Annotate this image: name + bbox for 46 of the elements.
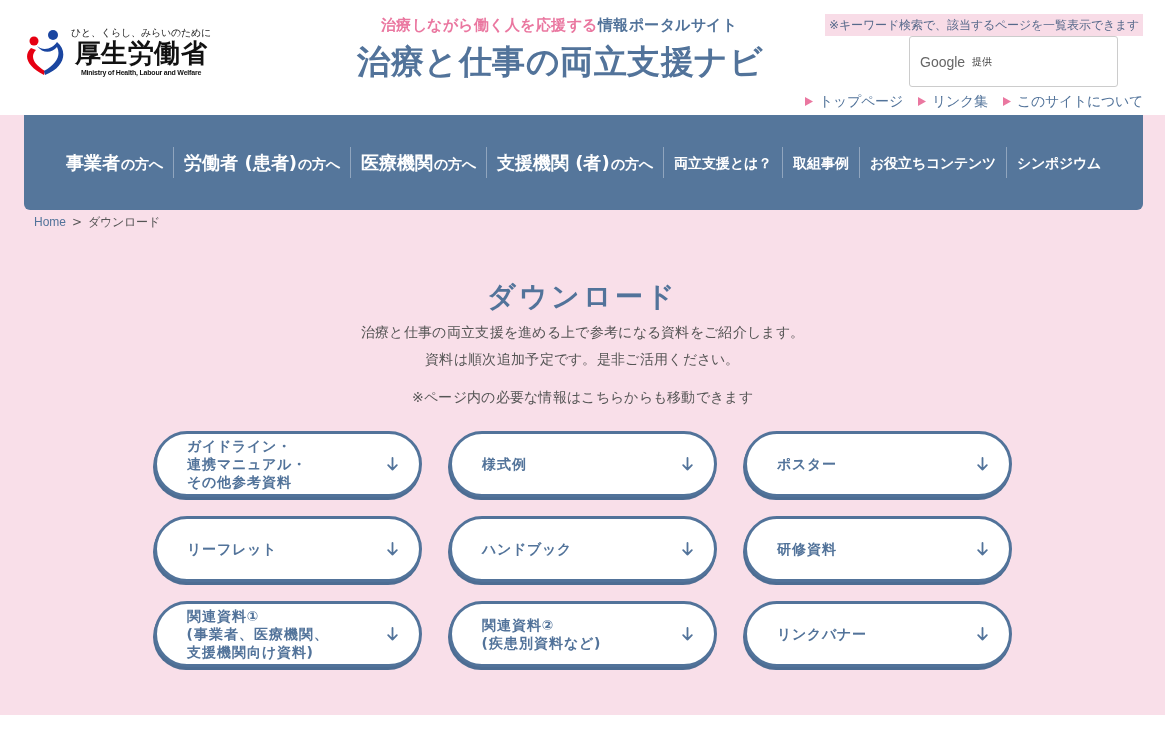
download-button[interactable]: ポスター xyxy=(743,431,1012,497)
download-button[interactable]: 様式例 xyxy=(448,431,717,497)
download-button[interactable]: リンクバナー xyxy=(743,601,1012,667)
nav-link[interactable]: 支援機関 (者)の方へ xyxy=(486,147,663,178)
site-tagline: 治療しながら働く人を応援する情報ポータルサイト xyxy=(379,15,739,35)
nav-link[interactable]: 労働者 (患者)の方へ xyxy=(173,147,350,178)
organization-name: 厚生労働省 xyxy=(74,38,208,68)
down-arrow-icon xyxy=(976,457,988,471)
triangle-icon xyxy=(918,97,926,106)
down-arrow-icon xyxy=(976,627,988,641)
download-button[interactable]: 関連資料② (疾患別資料など) xyxy=(448,601,717,667)
down-arrow-icon xyxy=(681,627,693,641)
search-note: ※キーワード検索で、該当するページを一覧表示できます xyxy=(824,14,1143,36)
download-button[interactable]: ガイドライン・ 連携マニュアル・ その他参考資料 xyxy=(153,431,422,497)
download-button[interactable]: 関連資料① (事業者、医療機関、 支援機関向け資料) xyxy=(153,601,422,667)
down-arrow-icon xyxy=(386,627,398,641)
down-arrow-icon xyxy=(386,542,398,556)
header-link[interactable]: リンク集 xyxy=(918,93,988,110)
download-button[interactable]: ハンドブック xyxy=(448,516,717,582)
header-link[interactable]: このサイトについて xyxy=(1003,93,1143,110)
nav-link[interactable]: 取組事例 xyxy=(781,147,859,178)
breadcrumb-separator: > xyxy=(72,214,83,230)
triangle-icon xyxy=(805,97,813,106)
nav-link[interactable]: 医療機関の方へ xyxy=(350,147,486,178)
triangle-icon xyxy=(1003,97,1011,106)
nav-link[interactable]: シンポジウム xyxy=(1005,147,1111,178)
nav-link[interactable]: 事業者の方へ xyxy=(56,147,174,178)
breadcrumb-link[interactable]: Home xyxy=(34,214,66,230)
page-note: ※ページ内の必要な情報はこちらからも移動できます xyxy=(411,388,754,407)
nav-link[interactable]: お役立ちコンテンツ xyxy=(858,147,1006,178)
intro-text: 治療と仕事の両立支援を進める上で参考になる資料をご紹介します。 xyxy=(359,323,806,342)
download-button[interactable]: 研修資料 xyxy=(743,516,1012,582)
down-arrow-icon xyxy=(976,542,988,556)
download-button[interactable]: リーフレット xyxy=(153,516,422,582)
intro-text: 資料は順次追加予定です。是非ご活用ください。 xyxy=(424,350,741,369)
search-field[interactable]: Google 提供 xyxy=(909,36,1118,87)
site-title: 治療と仕事の両立支援ナビ xyxy=(357,41,761,83)
page-title: ダウンロード xyxy=(486,279,679,315)
down-arrow-icon xyxy=(386,457,398,471)
breadcrumb-current: ダウンロード xyxy=(88,214,161,230)
down-arrow-icon xyxy=(681,457,693,471)
header-link[interactable]: トップページ xyxy=(805,93,903,110)
nav-link[interactable]: 両立支援とは？ xyxy=(662,147,782,178)
people-heart-icon xyxy=(24,29,64,75)
logo-slogan: ひと、くらし、みらいのために xyxy=(71,27,211,38)
down-arrow-icon xyxy=(681,542,693,556)
